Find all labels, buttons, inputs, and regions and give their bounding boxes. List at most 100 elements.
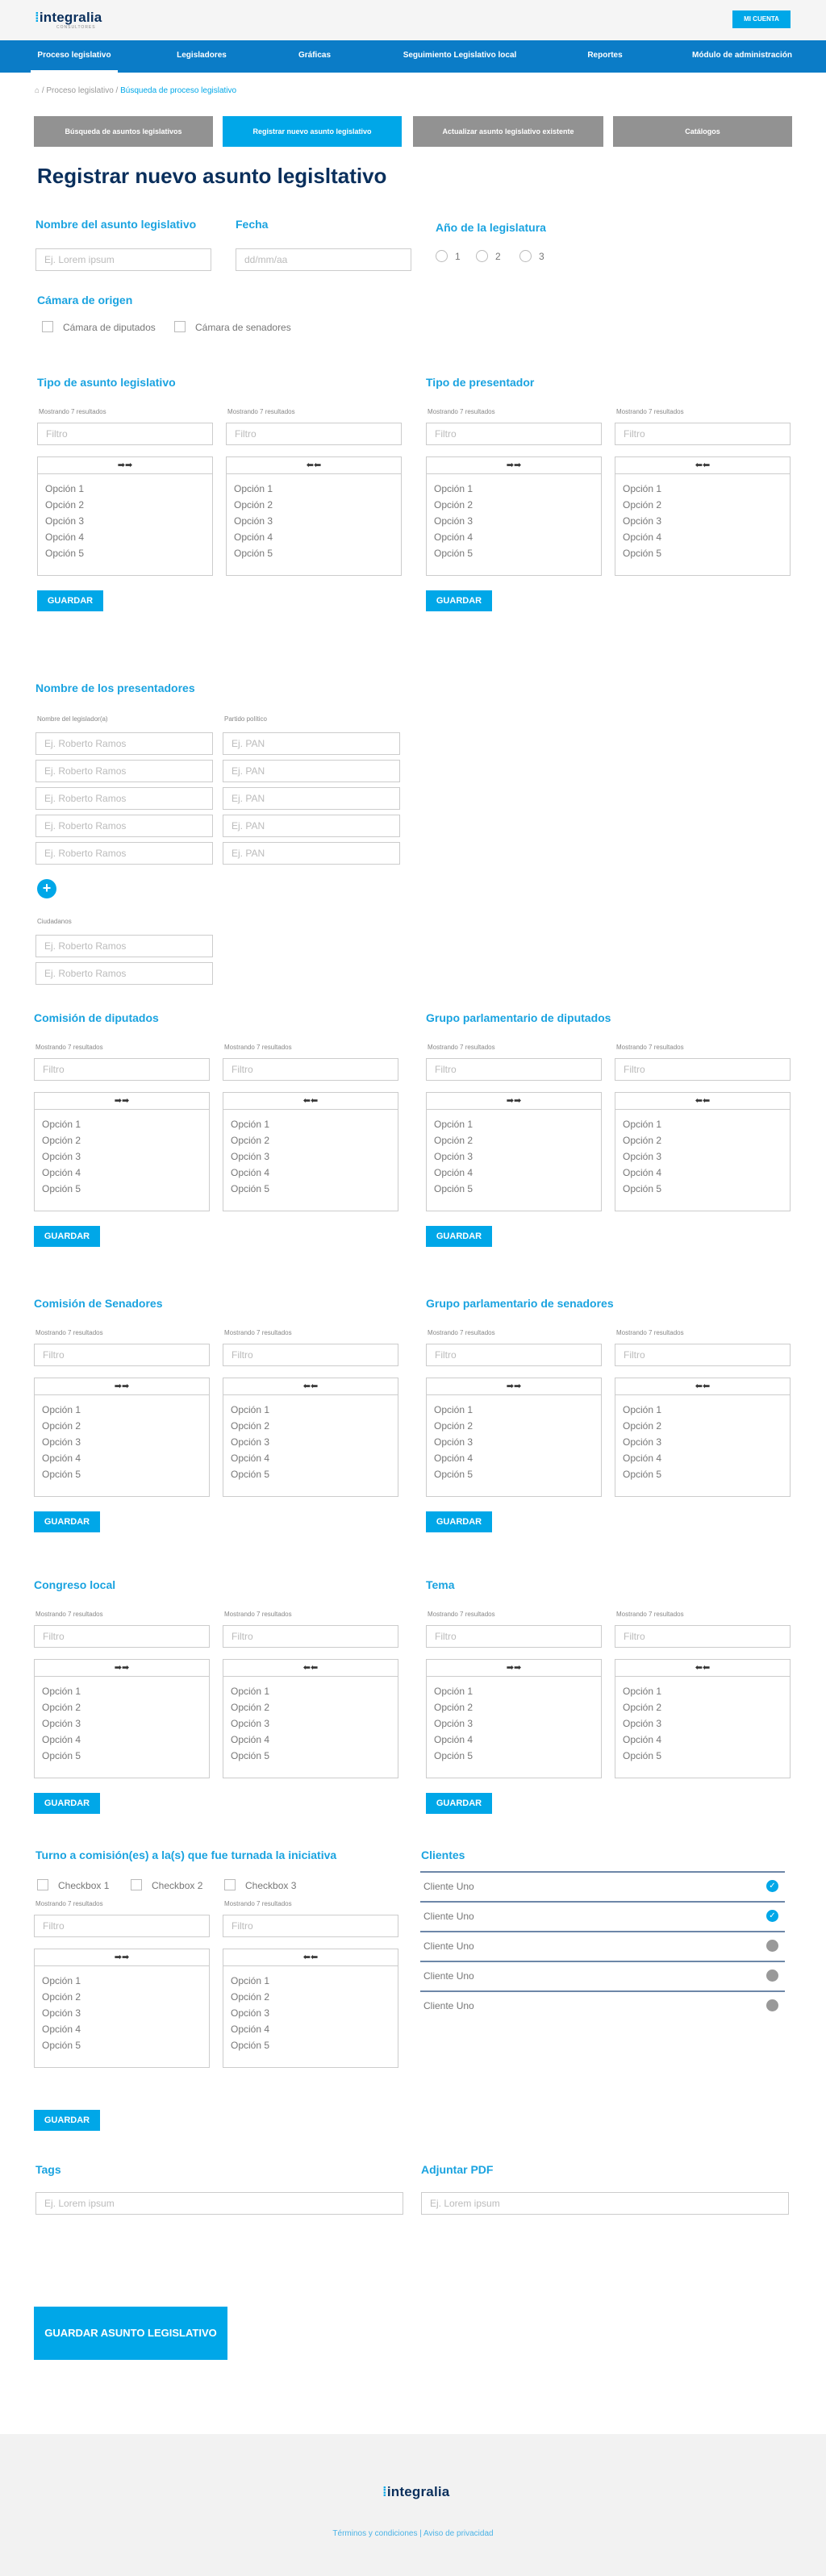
comision_senadores-filter-0[interactable]: Filtro: [34, 1344, 210, 1366]
congreso_local-option-0-1[interactable]: Opción 1: [42, 1683, 209, 1699]
tipo_asunto-option-1-5[interactable]: Opción 5: [234, 545, 401, 561]
grupo_diputados-save-button[interactable]: GUARDAR: [426, 1226, 492, 1247]
comision_diputados-option-1-3[interactable]: Opción 3: [231, 1148, 398, 1165]
comision_senadores-option-0-4[interactable]: Opción 4: [42, 1450, 209, 1466]
turno-checkbox-3[interactable]: [224, 1879, 236, 1890]
comision_diputados-move-left-button[interactable]: ⬅⬅: [223, 1092, 398, 1110]
tema-option-1-4[interactable]: Opción 4: [623, 1732, 790, 1748]
congreso_local-listbox-1[interactable]: Opción 1 Opción 2 Opción 3 Opción 4 Opción 5: [223, 1677, 398, 1778]
grupo_diputados-option-1-5[interactable]: Opción 5: [623, 1181, 790, 1197]
comision_diputados-option-0-5[interactable]: Opción 5: [42, 1181, 209, 1197]
comision_diputados-listbox-1[interactable]: Opción 1 Opción 2 Opción 3 Opción 4 Opción 5: [223, 1110, 398, 1211]
tema-move-right-button[interactable]: ➡➡: [426, 1659, 602, 1677]
congreso_local-option-1-2[interactable]: Opción 2: [231, 1699, 398, 1715]
tipo_asunto-filter-0[interactable]: Filtro: [37, 423, 213, 445]
tema-move-left-button[interactable]: ⬅⬅: [615, 1659, 791, 1677]
tema-option-0-4[interactable]: Opción 4: [434, 1732, 601, 1748]
grupo_diputados-option-1-4[interactable]: Opción 4: [623, 1165, 790, 1181]
grupo_diputados-option-0-4[interactable]: Opción 4: [434, 1165, 601, 1181]
subtab-catalogos[interactable]: Catálogos: [613, 116, 792, 147]
tipo_presentador-move-right-button[interactable]: ➡➡: [426, 456, 602, 474]
tipo_asunto-move-right-button[interactable]: ➡➡: [37, 456, 213, 474]
presenter-name-input-2[interactable]: Ej. Roberto Ramos: [35, 760, 213, 782]
grupo_senadores-filter-1[interactable]: Filtro: [615, 1344, 791, 1366]
tipo_asunto-option-1-2[interactable]: Opción 2: [234, 497, 401, 513]
grupo_diputados-option-0-1[interactable]: Opción 1: [434, 1116, 601, 1132]
turno-option-1-4[interactable]: Opción 4: [231, 2021, 398, 2037]
unchecked-dot-icon[interactable]: [766, 1940, 778, 1952]
grupo_diputados-option-1-2[interactable]: Opción 2: [623, 1132, 790, 1148]
tema-option-0-1[interactable]: Opción 1: [434, 1683, 601, 1699]
turno-option-0-2[interactable]: Opción 2: [42, 1989, 209, 2005]
grupo_diputados-filter-0[interactable]: Filtro: [426, 1058, 602, 1081]
comision_senadores-listbox-0[interactable]: Opción 1 Opción 2 Opción 3 Opción 4 Opción 5: [34, 1395, 210, 1497]
turno-move-left-button[interactable]: ⬅⬅: [223, 1949, 398, 1966]
grupo_senadores-move-left-button[interactable]: ⬅⬅: [615, 1378, 791, 1395]
comision_diputados-filter-1[interactable]: Filtro: [223, 1058, 398, 1081]
comision_senadores-save-button[interactable]: GUARDAR: [34, 1511, 100, 1532]
tipo_asunto-option-0-3[interactable]: Opción 3: [45, 513, 212, 529]
turno-option-0-5[interactable]: Opción 5: [42, 2037, 209, 2053]
tipo_presentador-option-1-2[interactable]: Opción 2: [623, 497, 790, 513]
grupo_senadores-option-0-3[interactable]: Opción 3: [434, 1434, 601, 1450]
tipo_presentador-option-1-1[interactable]: Opción 1: [623, 481, 790, 497]
grupo_diputados-option-0-5[interactable]: Opción 5: [434, 1181, 601, 1197]
client-row[interactable]: Cliente Uno ✓: [420, 1901, 785, 1930]
tema-listbox-1[interactable]: Opción 1 Opción 2 Opción 3 Opción 4 Opción 5: [615, 1677, 791, 1778]
tipo_asunto-option-1-4[interactable]: Opción 4: [234, 529, 401, 545]
comision_diputados-option-1-4[interactable]: Opción 4: [231, 1165, 398, 1181]
tipo_presentador-option-0-1[interactable]: Opción 1: [434, 481, 601, 497]
tipo_asunto-option-1-1[interactable]: Opción 1: [234, 481, 401, 497]
comision_senadores-option-1-3[interactable]: Opción 3: [231, 1434, 398, 1450]
comision_diputados-filter-0[interactable]: Filtro: [34, 1058, 210, 1081]
date-input[interactable]: dd/mm/aa: [236, 248, 411, 271]
nav-proceso-legislativo[interactable]: Proceso legislativo: [31, 40, 118, 73]
congreso_local-option-0-5[interactable]: Opción 5: [42, 1748, 209, 1764]
save-asunto-button[interactable]: GUARDAR ASUNTO LEGISLATIVO: [34, 2307, 227, 2360]
grupo_diputados-move-right-button[interactable]: ➡➡: [426, 1092, 602, 1110]
congreso_local-move-left-button[interactable]: ⬅⬅: [223, 1659, 398, 1677]
tipo_presentador-listbox-0[interactable]: Opción 1 Opción 2 Opción 3 Opción 4 Opción 5: [426, 474, 602, 576]
congreso_local-filter-1[interactable]: Filtro: [223, 1625, 398, 1648]
nav-graficas[interactable]: Gráficas: [286, 40, 343, 73]
turno-option-0-4[interactable]: Opción 4: [42, 2021, 209, 2037]
tipo_asunto-option-0-2[interactable]: Opción 2: [45, 497, 212, 513]
grupo_senadores-option-0-2[interactable]: Opción 2: [434, 1418, 601, 1434]
grupo_senadores-option-1-4[interactable]: Opción 4: [623, 1450, 790, 1466]
grupo_senadores-option-1-3[interactable]: Opción 3: [623, 1434, 790, 1450]
tema-filter-0[interactable]: Filtro: [426, 1625, 602, 1648]
comision_senadores-option-0-3[interactable]: Opción 3: [42, 1434, 209, 1450]
presenter-party-input-5[interactable]: Ej. PAN: [223, 842, 400, 865]
tipo_presentador-save-button[interactable]: GUARDAR: [426, 590, 492, 611]
grupo_senadores-option-0-4[interactable]: Opción 4: [434, 1450, 601, 1466]
tipo_asunto-option-0-4[interactable]: Opción 4: [45, 529, 212, 545]
comision_diputados-option-0-4[interactable]: Opción 4: [42, 1165, 209, 1181]
comision_senadores-option-1-4[interactable]: Opción 4: [231, 1450, 398, 1466]
comision_senadores-option-0-5[interactable]: Opción 5: [42, 1466, 209, 1482]
tipo_asunto-option-0-1[interactable]: Opción 1: [45, 481, 212, 497]
comision_diputados-listbox-0[interactable]: Opción 1 Opción 2 Opción 3 Opción 4 Opción 5: [34, 1110, 210, 1211]
tema-listbox-0[interactable]: Opción 1 Opción 2 Opción 3 Opción 4 Opción 5: [426, 1677, 602, 1778]
comision_senadores-option-1-2[interactable]: Opción 2: [231, 1418, 398, 1434]
client-row[interactable]: Cliente Uno: [420, 1931, 785, 1960]
citizen-input-2[interactable]: Ej. Roberto Ramos: [35, 962, 213, 985]
grupo_senadores-save-button[interactable]: GUARDAR: [426, 1511, 492, 1532]
add-presenter-button[interactable]: +: [37, 879, 56, 898]
comision_diputados-move-right-button[interactable]: ➡➡: [34, 1092, 210, 1110]
tema-save-button[interactable]: GUARDAR: [426, 1793, 492, 1814]
nav-legisladores[interactable]: Legisladores: [169, 40, 234, 73]
grupo_diputados-listbox-0[interactable]: Opción 1 Opción 2 Opción 3 Opción 4 Opción 5: [426, 1110, 602, 1211]
my-account-button[interactable]: MI CUENTA: [732, 10, 791, 28]
presenter-name-input-1[interactable]: Ej. Roberto Ramos: [35, 732, 213, 755]
grupo_diputados-option-1-1[interactable]: Opción 1: [623, 1116, 790, 1132]
tipo_presentador-option-1-4[interactable]: Opción 4: [623, 529, 790, 545]
turno-option-1-2[interactable]: Opción 2: [231, 1989, 398, 2005]
grupo_senadores-option-1-2[interactable]: Opción 2: [623, 1418, 790, 1434]
comision_diputados-option-1-5[interactable]: Opción 5: [231, 1181, 398, 1197]
comision_senadores-filter-1[interactable]: Filtro: [223, 1344, 398, 1366]
unchecked-dot-icon[interactable]: [766, 1999, 778, 2011]
grupo_diputados-filter-1[interactable]: Filtro: [615, 1058, 791, 1081]
comision_diputados-option-1-1[interactable]: Opción 1: [231, 1116, 398, 1132]
congreso_local-listbox-0[interactable]: Opción 1 Opción 2 Opción 3 Opción 4 Opción 5: [34, 1677, 210, 1778]
unchecked-dot-icon[interactable]: [766, 1970, 778, 1982]
